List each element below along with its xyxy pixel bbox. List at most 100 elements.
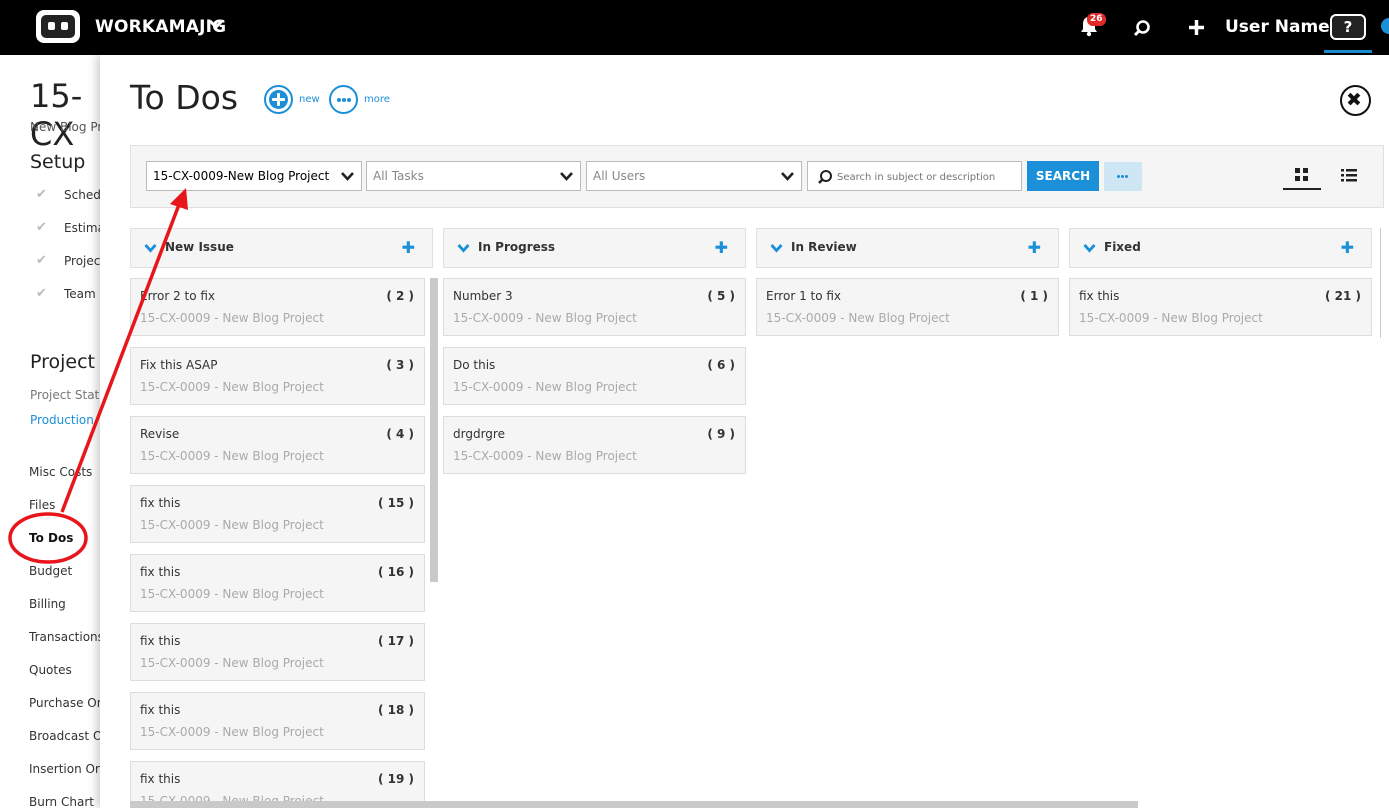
- column-scrollbar[interactable]: [430, 278, 438, 582]
- column-header-fixed[interactable]: Fixed ✚: [1069, 228, 1372, 268]
- nav-item-files[interactable]: Files: [29, 498, 55, 512]
- nav-item-billing[interactable]: Billing: [29, 597, 66, 611]
- todo-card[interactable]: Fix this ASAP ( 3 ) 15-CX-0009 - New Blo…: [130, 347, 425, 405]
- nav-item-burn-chart[interactable]: Burn Chart: [29, 795, 94, 808]
- todo-card[interactable]: drgdrgre ( 9 ) 15-CX-0009 - New Blog Pro…: [443, 416, 746, 474]
- more-label[interactable]: more: [364, 94, 390, 105]
- card-subject: Do this: [453, 358, 496, 372]
- card-subject: drgdrgre: [453, 427, 505, 441]
- card-project: 15-CX-0009 - New Blog Project: [453, 380, 637, 394]
- add-card-icon[interactable]: ✚: [402, 240, 415, 256]
- project-title: 15-CX: [30, 77, 83, 153]
- list-icon: [1341, 169, 1357, 182]
- brand-name[interactable]: WORKAMAJIG: [95, 17, 226, 37]
- todo-card[interactable]: fix this ( 15 ) 15-CX-0009 - New Blog Pr…: [130, 485, 425, 543]
- chevron-down-icon[interactable]: [770, 243, 783, 253]
- add-icon[interactable]: [1188, 19, 1205, 36]
- card-project: 15-CX-0009 - New Blog Project: [140, 518, 324, 532]
- board-view-button[interactable]: [1283, 164, 1321, 190]
- project-select[interactable]: 15-CX-0009-New Blog Project: [146, 161, 362, 191]
- column-header-in-progress[interactable]: In Progress ✚: [443, 228, 746, 268]
- card-subject: Error 2 to fix: [140, 289, 216, 303]
- help-button[interactable]: ?: [1330, 14, 1366, 40]
- nav-item-broadcast-orders[interactable]: Broadcast O: [29, 729, 102, 743]
- filter-bar: 15-CX-0009-New Blog Project All Tasks Al…: [130, 145, 1384, 208]
- todo-card[interactable]: Revise ( 4 ) 15-CX-0009 - New Blog Proje…: [130, 416, 425, 474]
- todos-panel: To Dos new more ✖ 15-CX-0009-New Blog Pr…: [100, 55, 1389, 808]
- users-select[interactable]: All Users: [586, 161, 802, 191]
- search-field[interactable]: [807, 161, 1022, 191]
- todo-card[interactable]: Do this ( 6 ) 15-CX-0009 - New Blog Proj…: [443, 347, 746, 405]
- todo-card[interactable]: Number 3 ( 5 ) 15-CX-0009 - New Blog Pro…: [443, 278, 746, 336]
- new-todo-button[interactable]: [264, 85, 293, 114]
- card-subject: Fix this ASAP: [140, 358, 218, 372]
- setup-item[interactable]: Projec: [64, 254, 100, 268]
- check-icon: ✔: [36, 220, 47, 235]
- card-subject: Number 3: [453, 289, 513, 303]
- card-subject: fix this: [140, 772, 181, 786]
- nav-item-quotes[interactable]: Quotes: [29, 663, 72, 677]
- card-subject: Error 1 to fix: [766, 289, 842, 303]
- setup-item[interactable]: Estima: [64, 221, 105, 235]
- card-number: ( 18 ): [377, 703, 414, 717]
- card-project: 15-CX-0009 - New Blog Project: [1079, 311, 1263, 325]
- card-subject: fix this: [140, 565, 181, 579]
- todo-card[interactable]: Error 2 to fix ( 2 ) 15-CX-0009 - New Bl…: [130, 278, 425, 336]
- todo-card[interactable]: fix this ( 17 ) 15-CX-0009 - New Blog Pr…: [130, 623, 425, 681]
- card-project: 15-CX-0009 - New Blog Project: [140, 380, 324, 394]
- nav-item-misc-costs[interactable]: Misc Costs: [29, 465, 92, 479]
- chevron-down-icon[interactable]: [208, 18, 224, 30]
- setup-heading: Setup: [30, 151, 86, 173]
- setup-item[interactable]: Team: [64, 287, 96, 301]
- card-number: ( 9 ): [707, 427, 735, 441]
- new-label[interactable]: new: [299, 94, 320, 105]
- search-button[interactable]: SEARCH: [1027, 161, 1099, 191]
- todo-card[interactable]: fix this ( 16 ) 15-CX-0009 - New Blog Pr…: [130, 554, 425, 612]
- todo-card[interactable]: Error 1 to fix ( 1 ) 15-CX-0009 - New Bl…: [756, 278, 1059, 336]
- todo-card[interactable]: fix this ( 18 ) 15-CX-0009 - New Blog Pr…: [130, 692, 425, 750]
- add-card-icon[interactable]: ✚: [715, 240, 728, 256]
- column-header-new-issue[interactable]: New Issue ✚: [130, 228, 433, 268]
- chevron-down-icon[interactable]: [457, 243, 470, 253]
- todo-card[interactable]: fix this ( 21 ) 15-CX-0009 - New Blog Pr…: [1069, 278, 1372, 336]
- card-subject: fix this: [140, 703, 181, 717]
- card-number: ( 19 ): [377, 772, 414, 786]
- chevron-down-icon[interactable]: [1083, 243, 1096, 253]
- project-status-value[interactable]: Production: [30, 413, 94, 427]
- more-button[interactable]: [329, 85, 358, 114]
- card-number: ( 4 ): [386, 427, 414, 441]
- card-number: ( 5 ): [707, 289, 735, 303]
- card-subject: fix this: [140, 634, 181, 648]
- nav-item-to-dos[interactable]: To Dos: [29, 531, 73, 545]
- search-icon: [818, 170, 832, 184]
- board-scrollbar[interactable]: [130, 801, 1138, 808]
- nav-item-insertion-orders[interactable]: Insertion Or: [29, 762, 100, 776]
- project-select-value: 15-CX-0009-New Blog Project: [153, 169, 330, 183]
- user-name[interactable]: User Name: [1225, 17, 1330, 37]
- more-filters-button[interactable]: [1104, 162, 1142, 191]
- nav-item-budget[interactable]: Budget: [29, 564, 72, 578]
- tasks-select[interactable]: All Tasks: [366, 161, 581, 191]
- chevron-down-icon[interactable]: [144, 243, 157, 253]
- card-number: ( 1 ): [1020, 289, 1048, 303]
- search-icon[interactable]: [1133, 19, 1151, 37]
- list-view-button[interactable]: [1337, 164, 1361, 188]
- add-card-icon[interactable]: ✚: [1341, 240, 1354, 256]
- card-subject: fix this: [140, 496, 181, 510]
- more-dots-icon: [1117, 175, 1120, 178]
- nav-item-transactions[interactable]: Transactions: [29, 630, 104, 644]
- check-icon: ✔: [36, 187, 47, 202]
- check-icon: ✔: [36, 286, 47, 301]
- column-header-in-review[interactable]: In Review ✚: [756, 228, 1059, 268]
- search-input[interactable]: [837, 168, 1017, 186]
- grid-icon: [1295, 168, 1308, 181]
- card-project: 15-CX-0009 - New Blog Project: [766, 311, 950, 325]
- card-project: 15-CX-0009 - New Blog Project: [453, 311, 637, 325]
- card-project: 15-CX-0009 - New Blog Project: [453, 449, 637, 463]
- close-panel-button[interactable]: ✖: [1340, 85, 1371, 116]
- app-logo[interactable]: [36, 10, 80, 43]
- nav-item-purchase-orders[interactable]: Purchase Or: [29, 696, 102, 710]
- card-project: 15-CX-0009 - New Blog Project: [140, 656, 324, 670]
- users-select-value: All Users: [593, 169, 646, 183]
- add-card-icon[interactable]: ✚: [1028, 240, 1041, 256]
